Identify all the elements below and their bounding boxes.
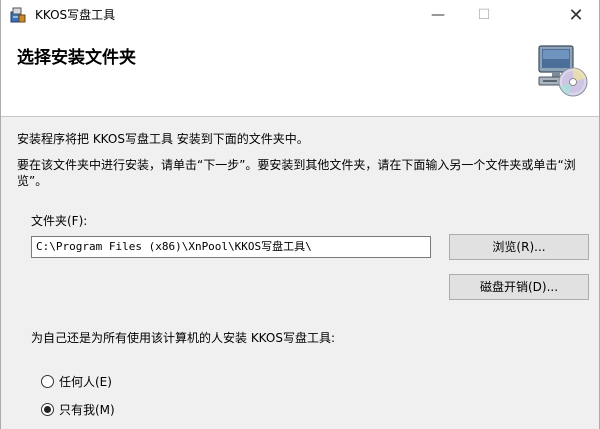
window-title: KKOS写盘工具 — [35, 8, 116, 22]
title-bar: KKOS写盘工具 — ☐ ✕ — [1, 0, 599, 30]
radio-everyone[interactable]: 任何人(E) — [41, 373, 112, 389]
radio-just-me-label: 只有我(M) — [59, 402, 115, 417]
browse-button[interactable]: 浏览(R)... — [449, 234, 589, 260]
radio-unchecked-icon[interactable] — [41, 374, 54, 388]
computer-cd-icon — [538, 45, 588, 97]
wizard-header: 选择安装文件夹 — [1, 30, 599, 117]
radio-just-me[interactable]: 只有我(M) — [41, 401, 115, 417]
instructions-text: 要在该文件夹中进行安装，请单击“下一步”。要安装到其他文件夹，请在下面输入另一个… — [17, 158, 576, 188]
folder-label: 文件夹(F): — [31, 214, 88, 228]
folder-path-input[interactable]: C:\Program Files (x86)\XnPool\KKOS写盘工具\ — [31, 236, 431, 258]
radio-everyone-label: 任何人(E) — [59, 374, 112, 389]
close-button[interactable]: ✕ — [553, 0, 599, 30]
installer-app-icon — [10, 7, 26, 23]
radio-checked-icon[interactable] — [41, 402, 54, 416]
minimize-button[interactable]: — — [415, 0, 461, 30]
page-title: 选择安装文件夹 — [17, 48, 136, 68]
disk-cost-button[interactable]: 磁盘开销(D)... — [449, 274, 589, 300]
intro-text: 安装程序将把 KKOS写盘工具 安装到下面的文件夹中。 — [17, 132, 309, 146]
installer-window: KKOS写盘工具 — ☐ ✕ 选择安装文件夹 安装程序将把 KKOS写盘工具 安… — [0, 0, 600, 429]
maximize-button[interactable]: ☐ — [461, 0, 507, 30]
install-for-question: 为自己还是为所有使用该计算机的人安装 KKOS写盘工具: — [31, 331, 336, 345]
